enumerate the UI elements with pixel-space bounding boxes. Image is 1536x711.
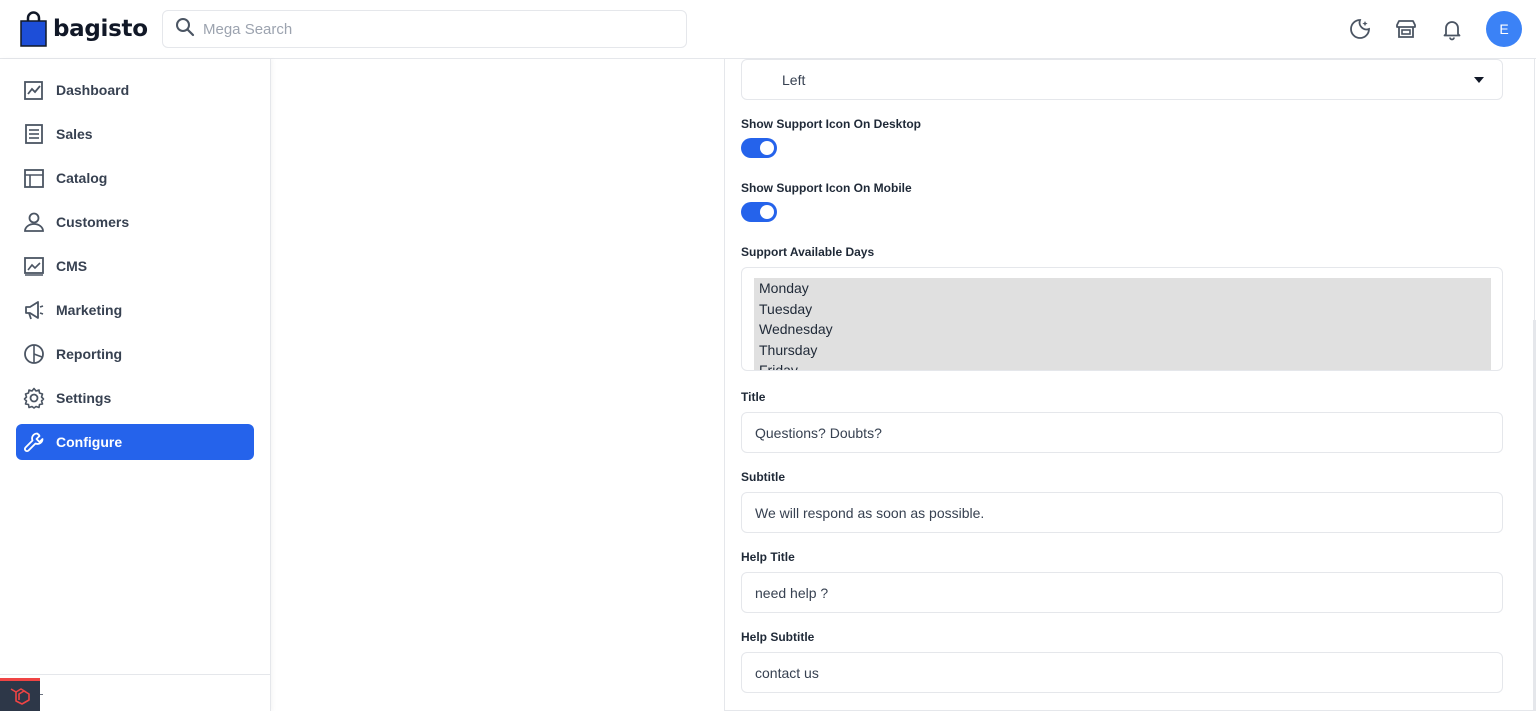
sidebar-item-label: Reporting	[56, 346, 123, 362]
sidebar-item-label: Settings	[56, 390, 112, 406]
sidebar-item-marketing[interactable]: Marketing	[16, 292, 254, 328]
marketing-icon	[23, 299, 45, 321]
sidebar-footer	[0, 674, 271, 711]
cms-icon	[23, 255, 45, 277]
collapse-indicator	[40, 694, 43, 695]
show-mobile-toggle[interactable]	[741, 202, 777, 222]
subtitle-input[interactable]: We will respond as soon as possible.	[741, 492, 1503, 533]
search-placeholder: Mega Search	[203, 20, 293, 38]
customers-icon	[23, 211, 45, 233]
help-subtitle-input[interactable]: contact us	[741, 652, 1503, 693]
subtitle-input-value: We will respond as soon as possible.	[755, 504, 985, 521]
dark-mode-icon[interactable]	[1348, 17, 1372, 41]
sidebar-item-label: Customers	[56, 214, 130, 230]
help-title-input[interactable]: need help ?	[741, 572, 1503, 613]
settings-icon	[23, 387, 45, 409]
notification-bell-icon[interactable]	[1440, 17, 1464, 41]
sidebar-nav: Dashboard Sales Catalog Customers CMS Ma…	[0, 59, 271, 711]
sidebar-item-cms[interactable]: CMS	[16, 248, 254, 284]
show-desktop-toggle[interactable]	[741, 138, 777, 158]
sidebar-item-label: Catalog	[56, 170, 108, 186]
reporting-icon	[23, 343, 45, 365]
sidebar-item-sales[interactable]: Sales	[16, 116, 254, 152]
help-subtitle-input-value: contact us	[755, 664, 819, 681]
top-header: bagisto Mega Search E	[0, 0, 1536, 59]
subtitle-label: Subtitle	[741, 470, 785, 484]
show-mobile-label: Show Support Icon On Mobile	[741, 181, 912, 195]
help-subtitle-label: Help Subtitle	[741, 630, 815, 644]
support-days-multiselect[interactable]: Monday Tuesday Wednesday Thursday Friday	[741, 267, 1503, 371]
sidebar-item-label: CMS	[56, 258, 88, 274]
sidebar-item-settings[interactable]: Settings	[16, 380, 254, 416]
catalog-icon	[23, 167, 45, 189]
sidebar-item-label: Sales	[56, 126, 93, 142]
support-days-label: Support Available Days	[741, 245, 875, 259]
day-option[interactable]: Friday	[754, 360, 1491, 370]
sidebar-item-catalog[interactable]: Catalog	[16, 160, 254, 196]
laravel-debugbar-icon[interactable]	[0, 678, 40, 711]
sidebar-item-label: Configure	[56, 434, 123, 450]
help-title-label: Help Title	[741, 550, 795, 564]
day-option[interactable]: Tuesday	[754, 299, 1491, 320]
show-desktop-label: Show Support Icon On Desktop	[741, 117, 921, 131]
shopping-bag-icon	[20, 11, 47, 47]
help-title-input-value: need help ?	[755, 584, 829, 601]
search-icon	[175, 17, 195, 42]
mega-search-input[interactable]: Mega Search	[162, 10, 687, 48]
configure-icon	[23, 431, 45, 453]
sidebar-item-customers[interactable]: Customers	[16, 204, 254, 240]
sales-icon	[23, 123, 45, 145]
sidebar-item-label: Dashboard	[56, 82, 130, 98]
brand-name: bagisto	[53, 15, 148, 42]
sidebar-item-reporting[interactable]: Reporting	[16, 336, 254, 372]
position-select[interactable]: Left	[741, 59, 1503, 100]
user-avatar[interactable]: E	[1486, 11, 1522, 47]
day-option[interactable]: Thursday	[754, 340, 1491, 361]
sidebar-item-dashboard[interactable]: Dashboard	[16, 72, 254, 108]
toggle-knob	[760, 205, 774, 219]
title-input-value: Questions? Doubts?	[755, 424, 882, 441]
title-input[interactable]: Questions? Doubts?	[741, 412, 1503, 453]
configuration-panel	[724, 59, 1535, 711]
position-select-value: Left	[782, 71, 806, 88]
sidebar-item-configure[interactable]: Configure	[16, 424, 254, 460]
bagisto-logo[interactable]: bagisto	[20, 11, 148, 47]
day-option[interactable]: Wednesday	[754, 319, 1491, 340]
sidebar-item-label: Marketing	[56, 302, 123, 318]
chevron-down-icon	[1474, 77, 1484, 83]
day-option[interactable]: Monday	[754, 278, 1491, 299]
toggle-knob	[760, 141, 774, 155]
title-label: Title	[741, 390, 766, 404]
dashboard-icon	[23, 79, 45, 101]
storefront-icon[interactable]	[1394, 17, 1418, 41]
